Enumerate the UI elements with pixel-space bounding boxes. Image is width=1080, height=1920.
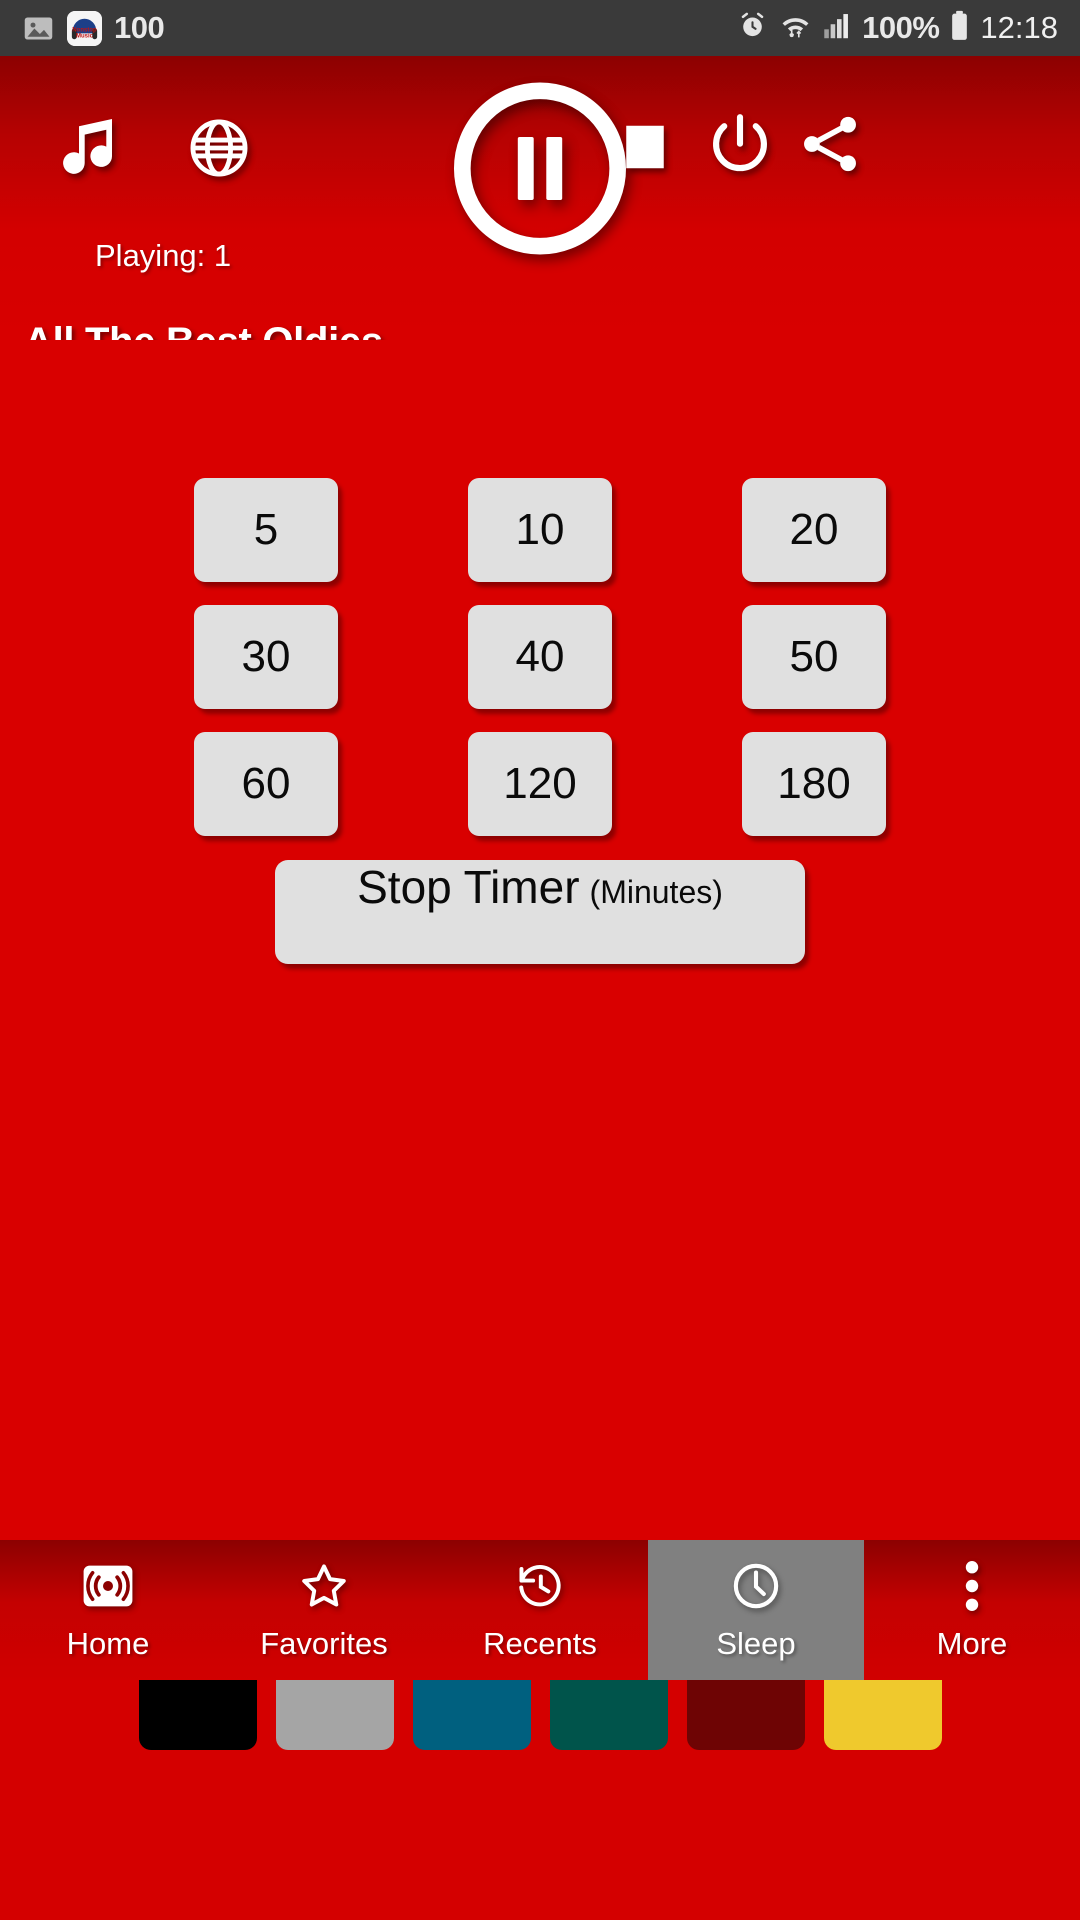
nav-item-sleep[interactable]: Sleep <box>648 1540 864 1680</box>
stop-timer-label: Stop Timer <box>357 861 580 913</box>
nav-label-recents: Recents <box>483 1626 597 1661</box>
svg-text:Nonstop: Nonstop <box>72 27 97 33</box>
nav-label-home: Home <box>66 1626 150 1661</box>
clock-icon <box>730 1558 782 1614</box>
signal-icon <box>823 10 851 46</box>
timer-button-180[interactable]: 180 <box>742 732 886 836</box>
nav-item-home[interactable]: Home <box>0 1540 216 1680</box>
timer-button-grid: 5 10 20 30 40 50 60 120 180 <box>0 478 1080 836</box>
sleep-timer-screen: 5 10 20 30 40 50 60 120 180 Stop Timer (… <box>0 340 1080 1750</box>
status-bar-left: Nonstop Music 100 <box>22 10 165 46</box>
timer-button-40[interactable]: 40 <box>468 605 612 709</box>
timer-button-120[interactable]: 120 <box>468 732 612 836</box>
timer-row: 5 10 20 <box>0 478 1080 582</box>
nonstop-music-app-icon: Nonstop Music <box>67 10 102 46</box>
pause-button[interactable] <box>448 76 633 261</box>
timer-button-20[interactable]: 20 <box>742 478 886 582</box>
stop-timer-unit-label: (Minutes) <box>589 874 723 910</box>
nav-item-more[interactable]: More <box>864 1540 1080 1680</box>
timer-row: 30 40 50 <box>0 605 1080 709</box>
timer-button-60[interactable]: 60 <box>194 732 338 836</box>
status-bar: Nonstop Music 100 100% 12:18 <box>0 0 1080 56</box>
music-note-icon[interactable] <box>52 108 124 184</box>
nav-label-favorites: Favorites <box>260 1626 388 1661</box>
timer-button-50[interactable]: 50 <box>742 605 886 709</box>
stop-timer-button[interactable]: Stop Timer (Minutes) <box>275 860 805 964</box>
playing-status-label: Playing: 1 <box>95 238 232 273</box>
battery-percent-label: 100% <box>862 10 940 45</box>
status-bar-right: 100% 12:18 <box>737 10 1058 46</box>
timer-row: 60 120 180 <box>0 732 1080 836</box>
star-icon <box>298 1558 350 1614</box>
timer-button-5[interactable]: 5 <box>194 478 338 582</box>
wifi-icon <box>779 10 812 46</box>
svg-text:Music: Music <box>76 33 94 39</box>
bottom-navigation: Home Favorites Recents Sleep More <box>0 1540 1080 1680</box>
globe-icon[interactable] <box>185 114 253 182</box>
player-controls-row <box>0 56 1080 255</box>
image-icon <box>22 12 55 45</box>
more-vertical-icon <box>961 1558 983 1614</box>
power-icon[interactable] <box>705 108 775 180</box>
battery-icon <box>950 10 969 46</box>
nav-label-more: More <box>936 1626 1008 1661</box>
history-clock-icon <box>514 1558 566 1614</box>
nav-item-recents[interactable]: Recents <box>432 1540 648 1680</box>
alarm-icon <box>737 10 768 46</box>
status-bar-clock: 12:18 <box>980 10 1058 45</box>
nav-label-sleep: Sleep <box>716 1626 796 1661</box>
stop-button[interactable] <box>615 116 675 178</box>
share-icon[interactable] <box>795 108 865 180</box>
notification-count: 100 <box>114 10 165 45</box>
nav-item-favorites[interactable]: Favorites <box>216 1540 432 1680</box>
timer-button-30[interactable]: 30 <box>194 605 338 709</box>
radio-broadcast-icon <box>82 1558 134 1614</box>
timer-button-10[interactable]: 10 <box>468 478 612 582</box>
player-header: Playing: 1 All The Best Oldies <box>0 56 1080 396</box>
